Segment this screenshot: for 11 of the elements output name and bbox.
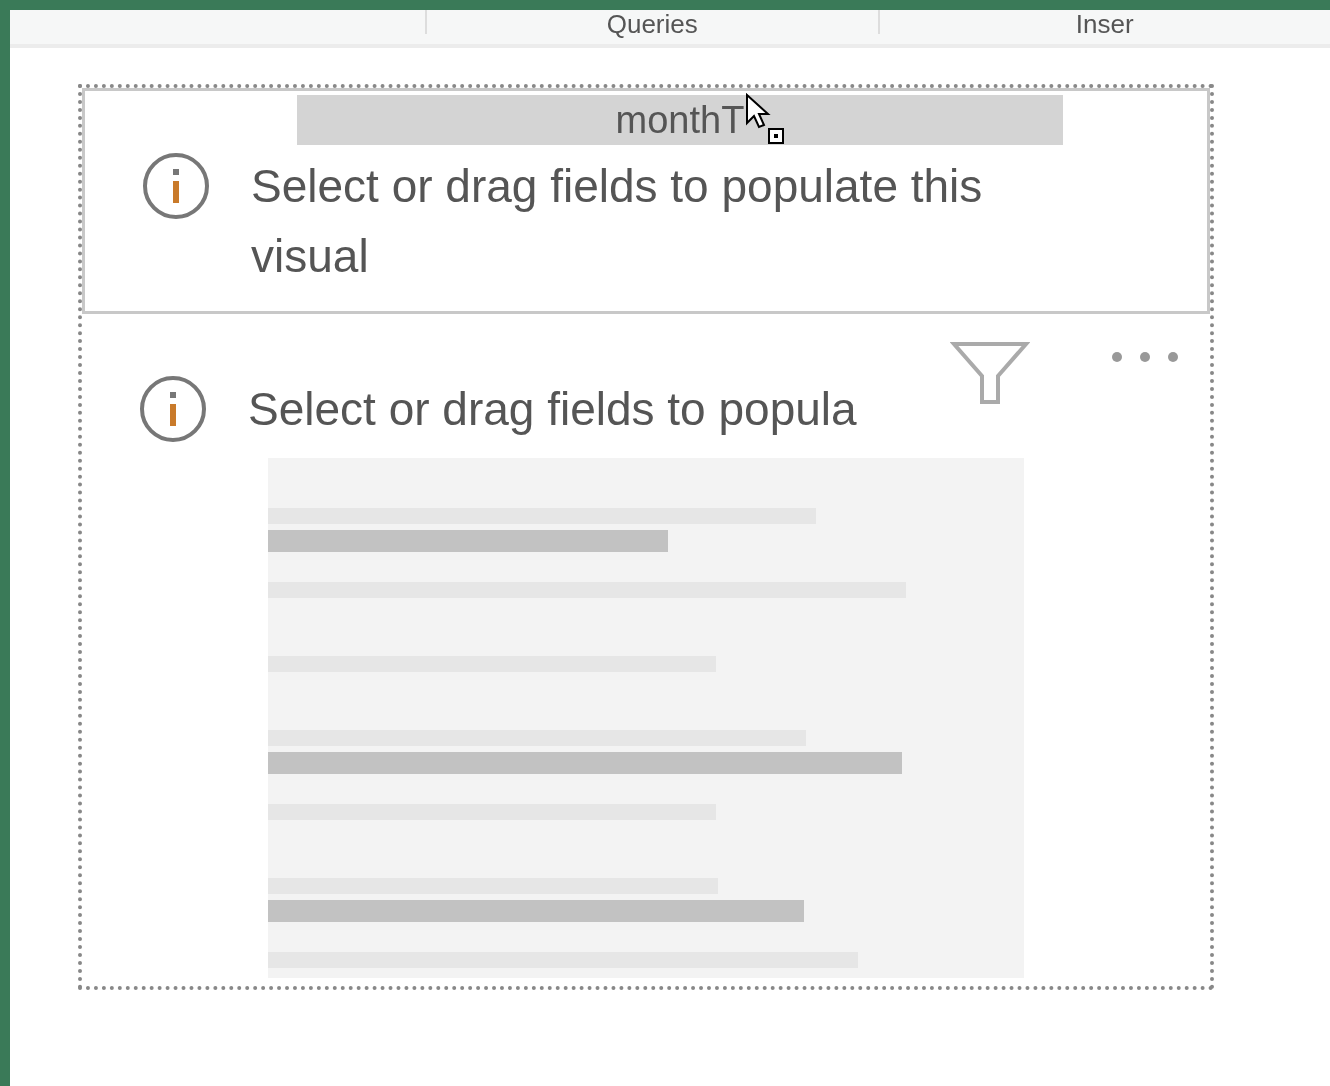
dragged-field-label: monthT (615, 98, 745, 142)
empty-visual-message: Select or drag fields to popula (248, 382, 858, 437)
bar-chart-visual[interactable]: Select or drag fields to popula (82, 314, 1210, 986)
ribbon-tab[interactable]: Inser (1075, 14, 1134, 34)
card-visual[interactable]: monthT Select or drag fields to populate this visual (82, 88, 1210, 314)
more-options-icon[interactable] (1110, 350, 1180, 364)
empty-visual-message: Select or drag fields to populate this visual (251, 159, 984, 284)
filter-icon[interactable] (950, 340, 1030, 406)
drag-cursor-icon (745, 93, 785, 147)
info-icon (141, 151, 211, 221)
info-icon (138, 374, 208, 444)
